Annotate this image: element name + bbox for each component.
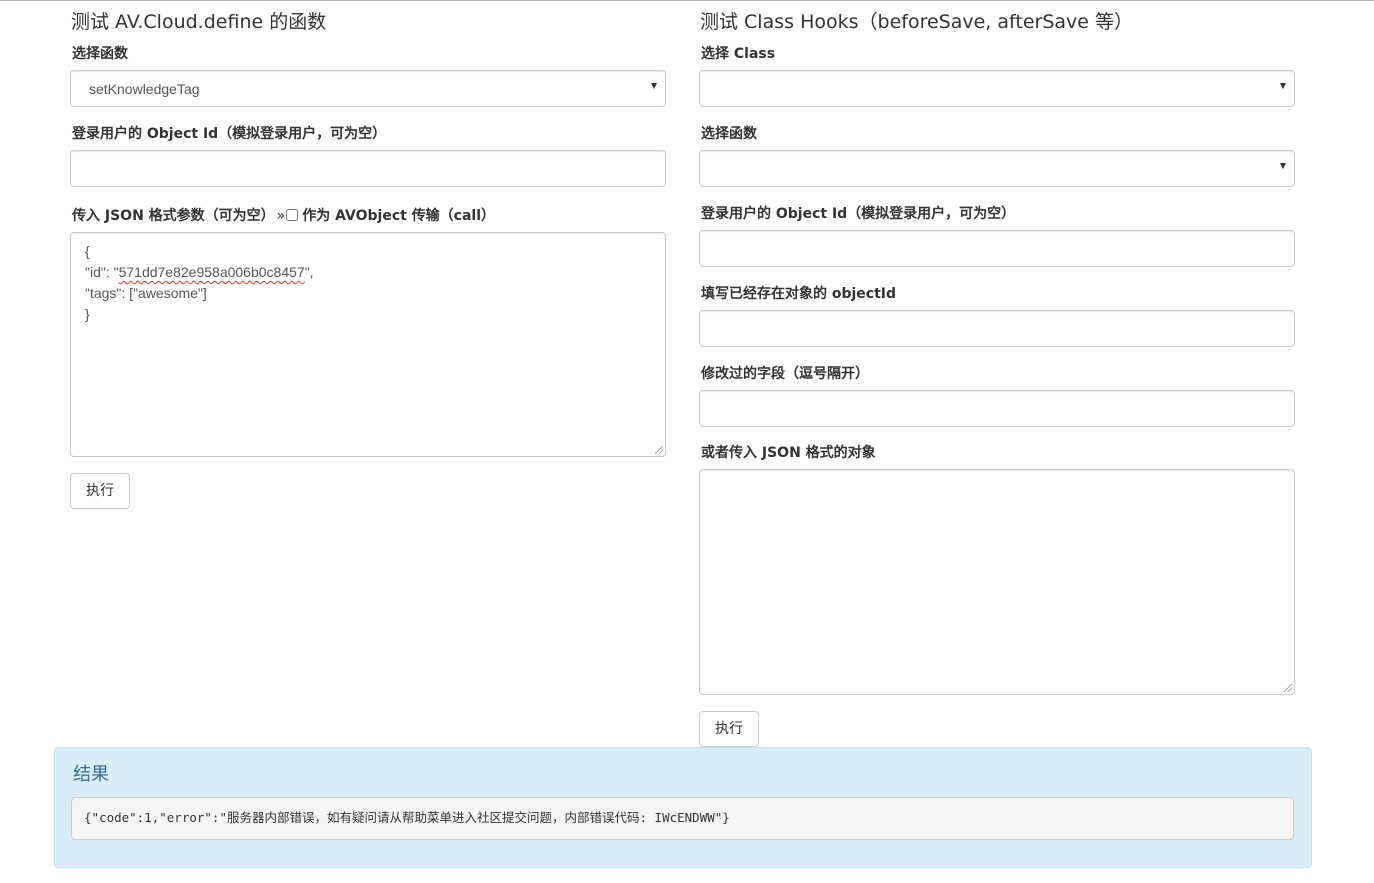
hook-user-id-input[interactable] xyxy=(699,230,1295,267)
params-textarea[interactable]: { "id": "571dd7e82e958a006b0c8457", "tag… xyxy=(70,232,666,457)
hook-function-select[interactable] xyxy=(699,150,1295,187)
params-label-row: 传入 JSON 格式参数（可为空）» 作为 AVObject 传输（call） xyxy=(72,207,495,225)
params-line: } xyxy=(85,306,90,322)
user-id-label: 登录用户的 Object Id（模拟登录用户，可为空） xyxy=(72,126,387,142)
json-object-textarea[interactable] xyxy=(699,469,1295,695)
modified-fields-label: 修改过的字段（逗号隔开） xyxy=(701,366,869,382)
chevron-down-icon xyxy=(1280,83,1286,89)
as-avobject-label[interactable]: 作为 AVObject 传输（call） xyxy=(302,208,495,224)
object-id-label: 填写已经存在对象的 objectId xyxy=(701,286,897,302)
object-id-input[interactable] xyxy=(699,310,1295,347)
class-select[interactable] xyxy=(699,70,1295,107)
function-select-value: setKnowledgeTag xyxy=(89,81,200,97)
user-id-input[interactable] xyxy=(70,150,666,187)
modified-fields-input[interactable] xyxy=(699,390,1295,427)
class-select-label: 选择 Class xyxy=(701,46,776,62)
raquo-icon: » xyxy=(276,208,286,224)
function-select-label: 选择函数 xyxy=(72,46,128,62)
json-object-label: 或者传入 JSON 格式的对象 xyxy=(701,445,876,461)
params-line: "tags": ["awesome"] xyxy=(85,285,207,301)
resize-grip-icon[interactable] xyxy=(1284,684,1292,692)
hook-user-id-label: 登录用户的 Object Id（模拟登录用户，可为空） xyxy=(701,206,1016,222)
params-text: "id": " xyxy=(85,264,119,280)
result-output: {"code":1,"error":"服务器内部错误，如有疑问请从帮助菜单进入社… xyxy=(71,797,1294,840)
result-title: 结果 xyxy=(73,764,109,785)
params-line: "id": "571dd7e82e958a006b0c8457", xyxy=(85,262,651,283)
class-hooks-title: 测试 Class Hooks（beforeSave, afterSave 等） xyxy=(700,11,1133,33)
result-panel: 结果 {"code":1,"error":"服务器内部错误，如有疑问请从帮助菜单… xyxy=(54,747,1312,868)
as-avobject-checkbox[interactable] xyxy=(286,209,299,221)
chevron-down-icon xyxy=(1280,163,1286,169)
hook-function-select-label: 选择函数 xyxy=(701,126,757,142)
spellcheck-underlined-id: 571dd7e82e958a006b0c8457 xyxy=(118,264,305,280)
function-select[interactable]: setKnowledgeTag xyxy=(70,70,666,107)
run-define-button[interactable]: 执行 xyxy=(70,473,130,509)
run-hook-button[interactable]: 执行 xyxy=(699,711,759,747)
params-label: 传入 JSON 格式参数（可为空） xyxy=(72,208,275,224)
chevron-down-icon xyxy=(651,83,657,89)
resize-grip-icon[interactable] xyxy=(655,446,663,454)
params-line: { xyxy=(85,243,90,259)
params-text: ", xyxy=(304,264,314,280)
top-border xyxy=(0,0,1374,1)
cloud-define-title: 测试 AV.Cloud.define 的函数 xyxy=(71,11,327,33)
